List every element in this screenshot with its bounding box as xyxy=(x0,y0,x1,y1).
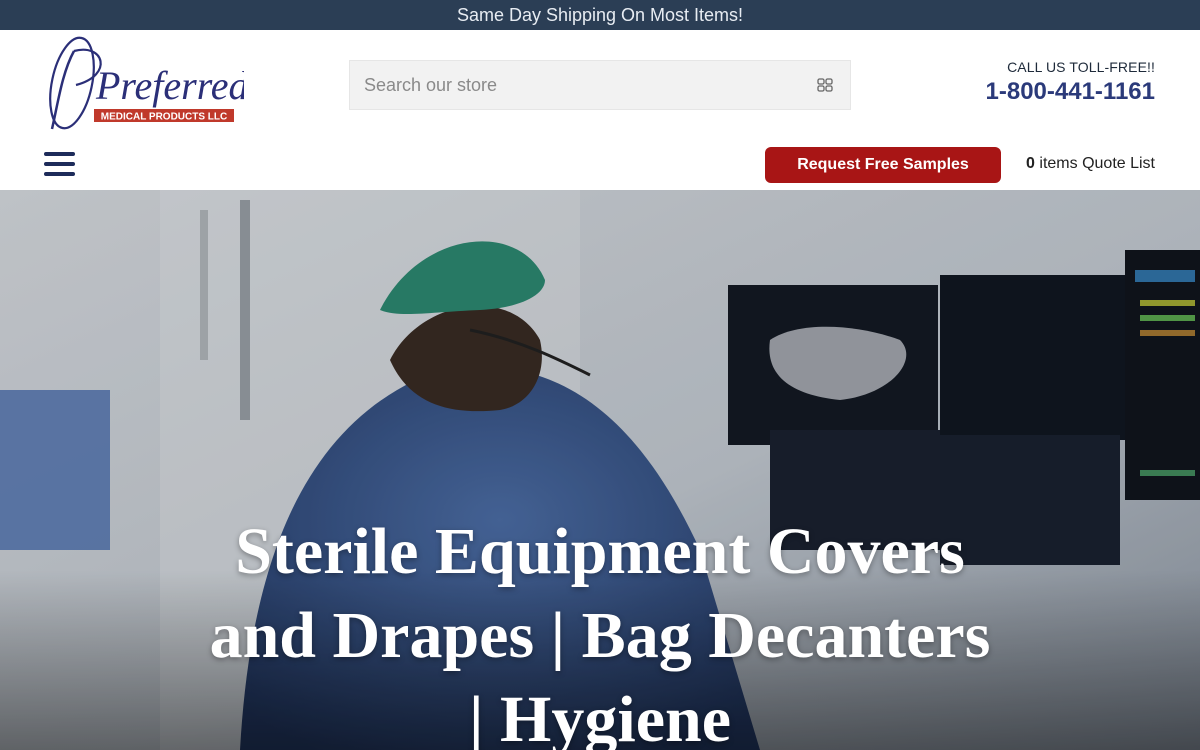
hero-title: Sterile Equipment Covers and Drapes | Ba… xyxy=(209,515,991,750)
hero-banner: Sterile Equipment Covers and Drapes | Ba… xyxy=(0,190,1200,750)
search-box xyxy=(349,60,851,110)
phone-number-link[interactable]: 1-800-441-1161 xyxy=(986,78,1155,106)
announcement-bar: Same Day Shipping On Most Items! xyxy=(0,0,1200,30)
logo-graphic: Preferred MEDICAL PRODUCTS LLC xyxy=(49,36,250,130)
search-grid-icon[interactable] xyxy=(815,75,835,95)
request-free-samples-button[interactable]: Request Free Samples xyxy=(765,147,1001,183)
logo-banner-text: MEDICAL PRODUCTS LLC xyxy=(101,112,227,123)
hamburger-menu-icon[interactable] xyxy=(44,152,76,178)
site-logo[interactable]: Preferred MEDICAL PRODUCTS LLC xyxy=(44,33,250,133)
contact-block: CALL US TOLL-FREE!! 1-800-441-1161 xyxy=(986,59,1155,106)
toll-free-label: CALL US TOLL-FREE!! xyxy=(1007,59,1155,75)
search-input[interactable] xyxy=(350,61,800,109)
site-header: Preferred MEDICAL PRODUCTS LLC CALL US T… xyxy=(0,30,1200,190)
quote-count: 0 xyxy=(1026,155,1035,172)
quote-list-link[interactable]: 0 items Quote List xyxy=(1026,155,1155,173)
quote-label: items Quote List xyxy=(1034,155,1155,172)
logo-script-text: Preferred xyxy=(95,63,244,108)
announcement-text: Same Day Shipping On Most Items! xyxy=(456,5,744,25)
